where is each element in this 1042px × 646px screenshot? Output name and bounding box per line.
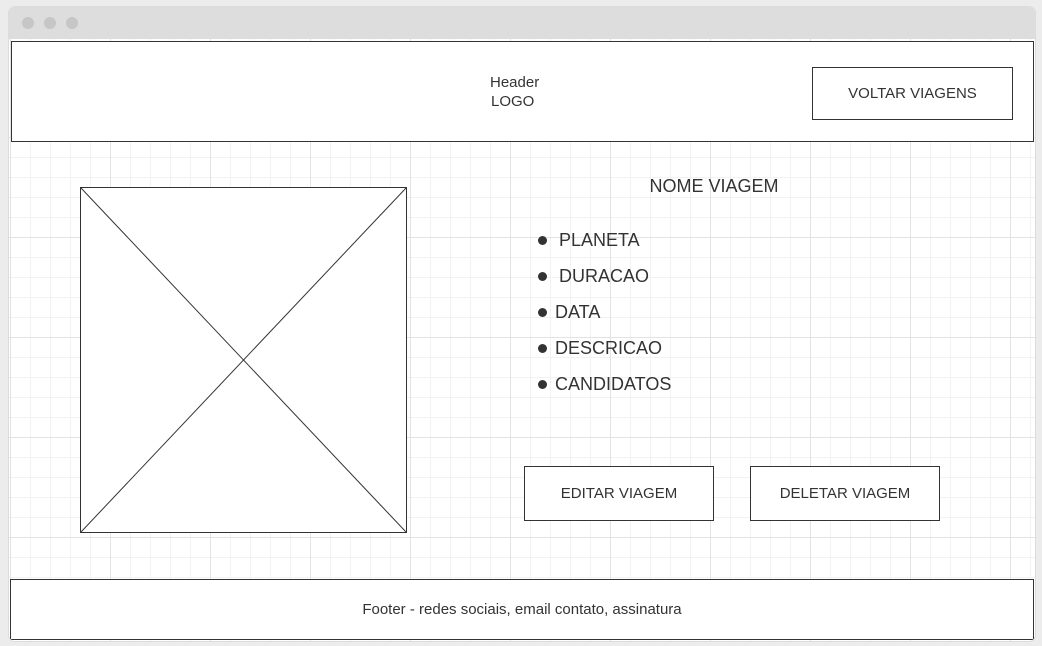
app-window: Header LOGO VOLTAR VIAGENS NOME VIAGEM P…: [9, 7, 1035, 641]
trip-image-placeholder: [80, 187, 407, 533]
footer-text: Footer - redes sociais, email contato, a…: [362, 601, 682, 618]
bullet-icon: [538, 343, 547, 353]
close-window-dot[interactable]: [22, 17, 34, 29]
field-label: DATA: [555, 301, 601, 322]
maximize-window-dot[interactable]: [66, 17, 78, 29]
header-label: Header: [490, 74, 540, 91]
list-item-planeta: PLANETA: [538, 222, 671, 258]
bullet-icon: [538, 307, 547, 317]
page-header: Header LOGO VOLTAR VIAGENS: [11, 41, 1034, 142]
back-to-trips-button[interactable]: VOLTAR VIAGENS: [812, 67, 1013, 120]
field-label: CANDIDATOS: [555, 373, 672, 394]
list-item-duracao: DURACAO: [538, 258, 671, 294]
delete-trip-button[interactable]: DELETAR VIAGEM: [750, 466, 940, 521]
list-item-candidatos: CANDIDATOS: [538, 366, 671, 402]
image-placeholder-icon: [81, 188, 406, 532]
trip-name-title: NOME VIAGEM: [649, 176, 779, 196]
field-label: PLANETA: [559, 229, 640, 250]
bullet-icon: [538, 235, 547, 245]
logo-label: LOGO: [491, 93, 535, 110]
list-item-descricao: DESCRICAO: [538, 330, 671, 366]
page-footer: Footer - redes sociais, email contato, a…: [10, 579, 1034, 640]
wireframe-canvas: Header LOGO VOLTAR VIAGENS NOME VIAGEM P…: [9, 39, 1035, 641]
list-item-data: DATA: [538, 294, 671, 330]
bullet-icon: [538, 271, 547, 281]
field-label: DESCRICAO: [555, 337, 663, 358]
minimize-window-dot[interactable]: [44, 17, 56, 29]
bullet-icon: [538, 379, 547, 389]
trip-details-list: PLANETA DURACAO DATA DESCRICAO CANDIDATO…: [538, 222, 671, 402]
header-logo: Header LOGO: [490, 73, 539, 111]
edit-trip-button[interactable]: EDITAR VIAGEM: [524, 466, 714, 521]
field-label: DURACAO: [559, 265, 650, 286]
window-titlebar: [9, 7, 1035, 39]
